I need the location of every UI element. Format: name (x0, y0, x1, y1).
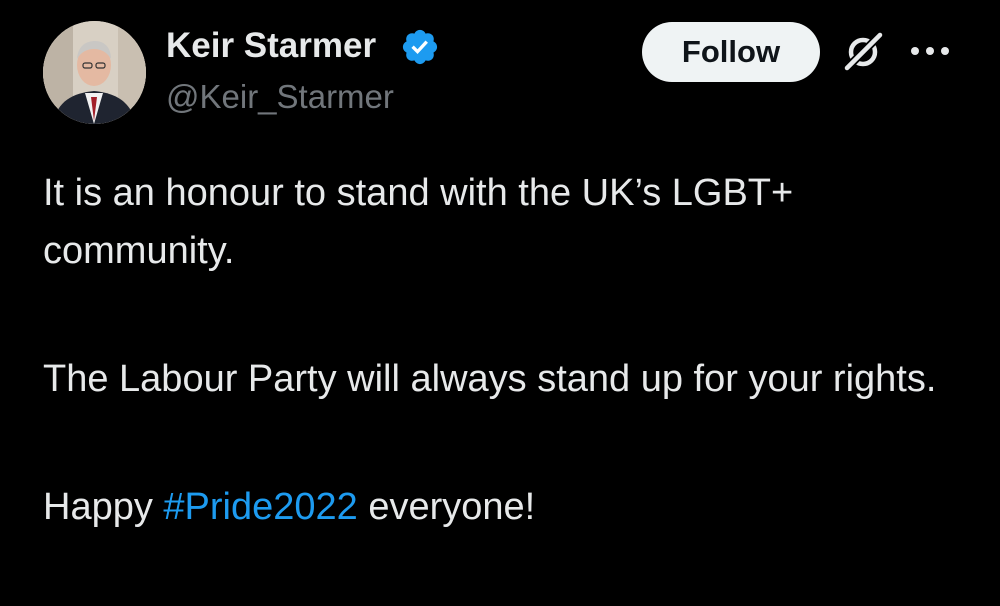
verified-badge-icon (402, 29, 438, 65)
tweet-paragraph: The Labour Party will always stand up fo… (43, 358, 937, 400)
tweet-text: It is an honour to stand with the UK’s L… (43, 164, 973, 606)
avatar[interactable] (43, 21, 146, 124)
more-options-icon[interactable] (908, 38, 952, 64)
user-handle[interactable]: @Keir_Starmer (166, 77, 394, 117)
tweet-paragraph: Happy #Pride2022 everyone! (43, 478, 973, 536)
tweet-text-segment: Happy (43, 486, 164, 528)
hashtag-link[interactable]: #Pride2022 (163, 486, 357, 528)
tweet-text-segment: everyone! (357, 486, 536, 528)
tweet-paragraph: It is an honour to stand with the UK’s L… (43, 172, 794, 272)
display-name[interactable]: Keir Starmer (166, 26, 376, 66)
grok-icon[interactable] (840, 29, 886, 75)
tweet-header: Keir Starmer @Keir_Starmer Follow (0, 0, 1000, 140)
follow-button[interactable]: Follow (642, 22, 820, 82)
